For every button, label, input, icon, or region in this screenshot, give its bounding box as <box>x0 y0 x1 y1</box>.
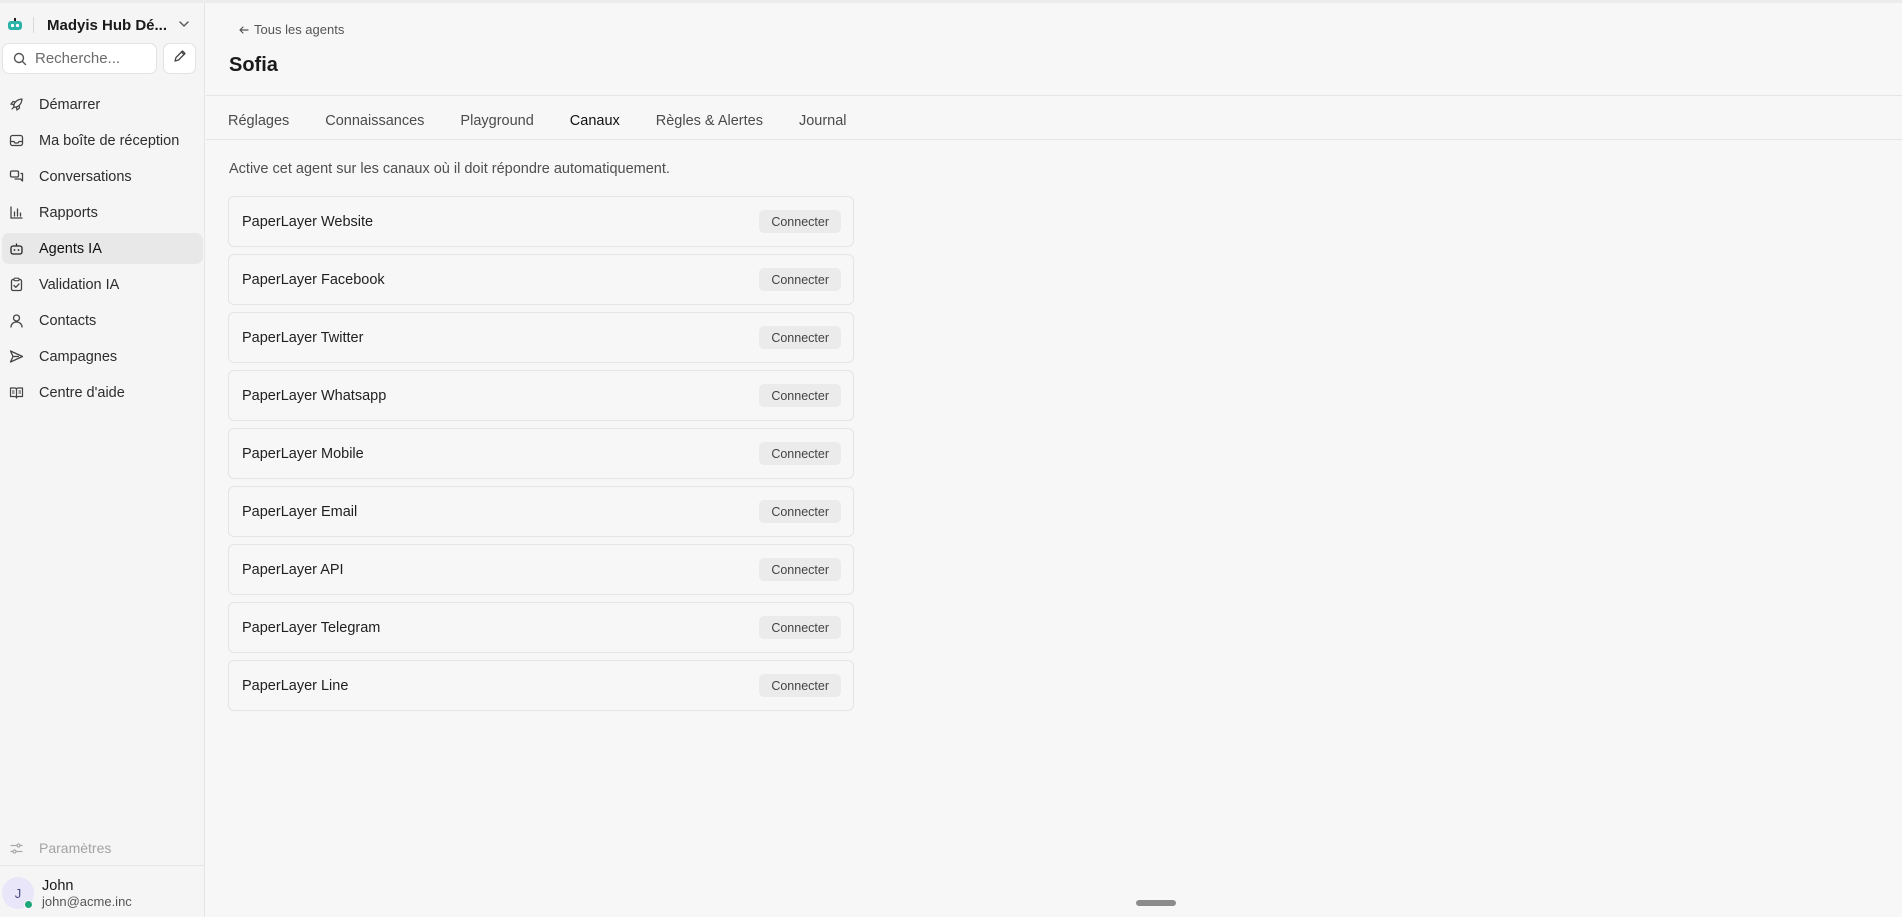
sidebar-item-label: Démarrer <box>39 96 101 113</box>
clipboard-check-icon <box>9 277 24 292</box>
sidebar-item-demarrer[interactable]: Démarrer <box>2 89 203 120</box>
sidebar-item-contacts[interactable]: Contacts <box>2 305 203 336</box>
connect-button[interactable]: Connecter <box>759 558 841 581</box>
user-name: John <box>42 877 74 894</box>
drag-handle[interactable] <box>1136 900 1176 906</box>
sidebar-nav: Démarrer Ma boîte de réception Conversat… <box>0 89 205 413</box>
sidebar-item-label: Campagnes <box>39 348 118 365</box>
sidebar: Madyis Hub Dé... Démarrer Ma boîte de ré… <box>0 3 205 917</box>
tabs-divider-bottom <box>206 139 1902 140</box>
avatar-initial: J <box>14 885 22 901</box>
rocket-icon <box>9 97 24 112</box>
arrow-left-icon <box>238 24 250 36</box>
user-email: john@acme.inc <box>42 893 132 909</box>
workspace-name: Madyis Hub Dé... <box>47 16 168 34</box>
sidebar-item-label: Ma boîte de réception <box>39 132 180 149</box>
channel-row: PaperLayer Email Connecter <box>228 486 854 537</box>
connect-button[interactable]: Connecter <box>759 268 841 291</box>
channel-name: PaperLayer Facebook <box>242 271 385 288</box>
channel-name: PaperLayer Telegram <box>242 619 381 636</box>
book-icon <box>9 385 24 400</box>
channel-name: PaperLayer Twitter <box>242 329 364 346</box>
tab-playground[interactable]: Playground <box>442 100 551 142</box>
channel-row: PaperLayer Website Connecter <box>228 196 854 247</box>
channel-row: PaperLayer Twitter Connecter <box>228 312 854 363</box>
channel-row: PaperLayer Line Connecter <box>228 660 854 711</box>
user-profile[interactable]: J John john@acme.inc <box>2 873 132 913</box>
channel-name: PaperLayer API <box>242 561 344 578</box>
tabs-divider-top <box>206 95 1902 96</box>
tab-connaissances[interactable]: Connaissances <box>307 100 442 142</box>
tab-reglages[interactable]: Réglages <box>210 100 307 142</box>
channel-name: PaperLayer Website <box>242 213 374 230</box>
sidebar-item-label: Rapports <box>39 204 98 221</box>
channel-name: PaperLayer Mobile <box>242 445 364 462</box>
connect-button[interactable]: Connecter <box>759 442 841 465</box>
sliders-icon <box>9 841 24 856</box>
main-content: Tous les agents Sofia Réglages Connaissa… <box>206 3 1902 917</box>
sidebar-item-validation-ia[interactable]: Validation IA <box>2 269 203 300</box>
channels-description: Active cet agent sur les canaux où il do… <box>229 161 670 177</box>
connect-button[interactable]: Connecter <box>759 326 841 349</box>
settings-label: Paramètres <box>39 840 112 856</box>
channel-row: PaperLayer Mobile Connecter <box>228 428 854 479</box>
back-link[interactable]: Tous les agents <box>238 22 344 37</box>
workspace-logo-icon <box>7 17 23 33</box>
connect-button[interactable]: Connecter <box>759 616 841 639</box>
sidebar-item-parametres[interactable]: Paramètres <box>2 835 111 861</box>
online-status-dot <box>24 900 33 909</box>
sidebar-item-label: Agents IA <box>39 240 102 257</box>
back-link-label: Tous les agents <box>254 22 345 37</box>
sidebar-item-centre-aide[interactable]: Centre d'aide <box>2 377 203 408</box>
bot-icon <box>9 241 24 256</box>
sidebar-item-label: Contacts <box>39 312 97 329</box>
compose-button[interactable] <box>163 43 196 74</box>
sidebar-item-label: Validation IA <box>39 276 120 293</box>
page-title: Sofia <box>229 54 278 76</box>
sidebar-item-label: Conversations <box>39 168 132 185</box>
workspace-divider <box>33 17 34 33</box>
search-icon <box>13 52 27 66</box>
send-icon <box>9 349 24 364</box>
avatar: J <box>2 877 34 909</box>
bar-chart-icon <box>9 205 24 220</box>
channel-name: PaperLayer Whatsapp <box>242 387 387 404</box>
sidebar-item-rapports[interactable]: Rapports <box>2 197 203 228</box>
sidebar-item-inbox[interactable]: Ma boîte de réception <box>2 125 203 156</box>
sidebar-item-agents-ia[interactable]: Agents IA <box>2 233 203 264</box>
search-input[interactable] <box>35 50 150 67</box>
sidebar-item-campagnes[interactable]: Campagnes <box>2 341 203 372</box>
inbox-icon <box>9 133 24 148</box>
tab-journal[interactable]: Journal <box>781 100 865 142</box>
channel-name: PaperLayer Line <box>242 677 349 694</box>
sidebar-item-conversations[interactable]: Conversations <box>2 161 203 192</box>
channel-row: PaperLayer Facebook Connecter <box>228 254 854 305</box>
channel-row: PaperLayer API Connecter <box>228 544 854 595</box>
tab-regles-alertes[interactable]: Règles & Alertes <box>638 100 781 142</box>
profile-divider <box>0 865 205 866</box>
connect-button[interactable]: Connecter <box>759 674 841 697</box>
connect-button[interactable]: Connecter <box>759 500 841 523</box>
chat-icon <box>9 169 24 184</box>
tab-bar: Réglages Connaissances Playground Canaux… <box>210 100 865 142</box>
tab-canaux[interactable]: Canaux <box>552 100 638 142</box>
user-icon <box>9 313 24 328</box>
channel-row: PaperLayer Whatsapp Connecter <box>228 370 854 421</box>
chevron-down-icon[interactable] <box>177 17 191 31</box>
channel-row: PaperLayer Telegram Connecter <box>228 602 854 653</box>
search-box[interactable] <box>2 43 157 74</box>
channel-list: PaperLayer Website Connecter PaperLayer … <box>228 196 854 718</box>
sidebar-item-label: Centre d'aide <box>39 384 125 401</box>
connect-button[interactable]: Connecter <box>759 210 841 233</box>
pencil-icon <box>173 49 187 68</box>
connect-button[interactable]: Connecter <box>759 384 841 407</box>
channel-name: PaperLayer Email <box>242 503 358 520</box>
workspace-switcher[interactable]: Madyis Hub Dé... <box>0 11 205 39</box>
